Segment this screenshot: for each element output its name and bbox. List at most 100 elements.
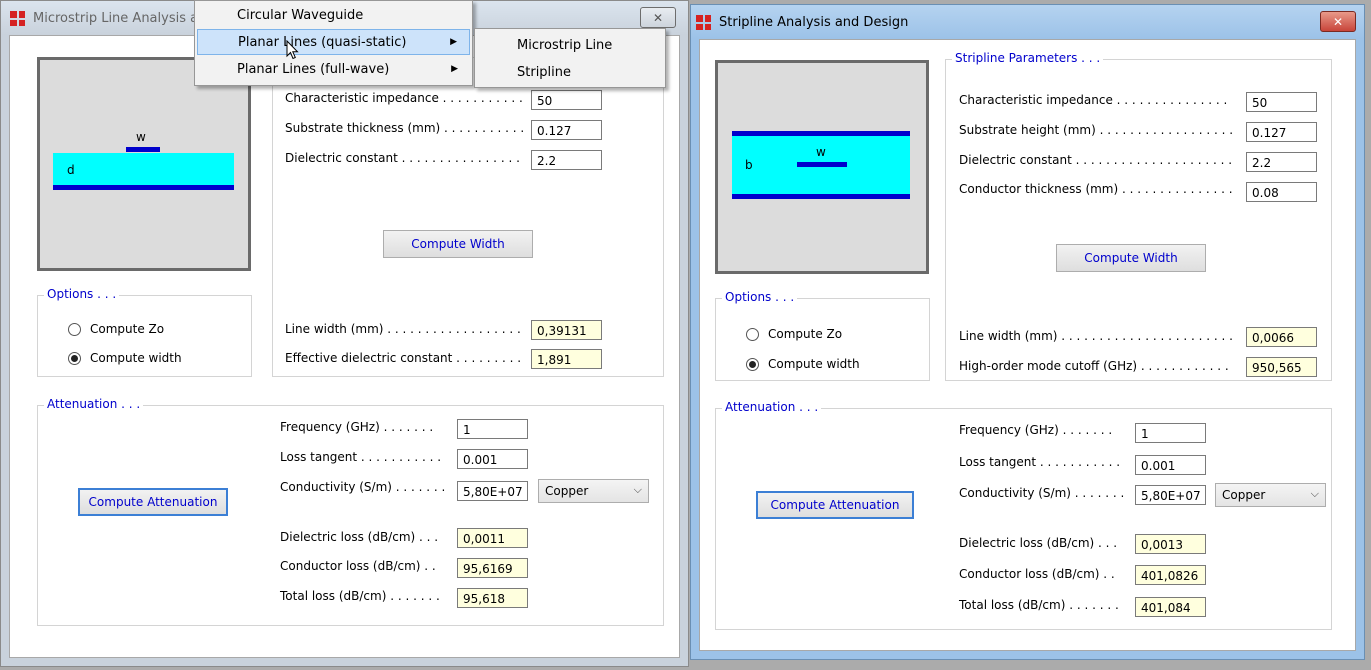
material-select[interactable]: Copper ⌵	[538, 479, 649, 503]
stripline-window: Stripline Analysis and Design ✕ w b Stri…	[690, 4, 1365, 660]
stripline-parameters-group: Stripline Parameters . . . Characteristi…	[945, 51, 1332, 381]
line-width-output: 0,39131	[531, 320, 602, 340]
attenuation-legend: Attenuation . . .	[44, 397, 144, 411]
microstrip-diagram: w d	[37, 57, 251, 271]
thickness-label: d	[67, 163, 75, 177]
param-label: Conductor thickness (mm) . . . . . . . .…	[959, 182, 1233, 196]
dielectric-substrate	[53, 153, 234, 185]
param-label: Substrate thickness (mm) . . . . . . . .…	[285, 121, 525, 135]
material-select[interactable]: Copper ⌵	[1215, 483, 1326, 507]
att-result-label: Conductor loss (dB/cm) . .	[280, 559, 436, 573]
window-title: Stripline Analysis and Design	[719, 15, 909, 30]
stripline-diagram: w b	[715, 60, 929, 274]
bottom-ground-plane	[732, 194, 910, 199]
att-label: Frequency (GHz) . . . . . . .	[280, 420, 434, 434]
attenuation-group: Attenuation . . . Compute Attenuation Fr…	[37, 397, 664, 626]
options-legend: Options . . .	[44, 287, 120, 301]
radio-label: Compute Zo	[768, 327, 843, 341]
menu-item-label: Planar Lines (full-wave)	[237, 61, 390, 77]
submenu-arrow-icon: ▶	[451, 64, 458, 74]
close-icon: ✕	[1332, 14, 1344, 29]
chevron-down-icon: ⌵	[633, 483, 642, 496]
stripline-titlebar[interactable]: Stripline Analysis and Design ✕	[691, 5, 1364, 39]
menu-item-label: Planar Lines (quasi-static)	[238, 34, 407, 50]
param-label: Characteristic impedance . . . . . . . .…	[959, 93, 1228, 107]
menu-item-label: Circular Waveguide	[237, 7, 364, 23]
loss-tangent-input[interactable]: 0.001	[457, 449, 528, 469]
width-label: w	[136, 130, 146, 144]
dielectric-constant-input[interactable]: 2.2	[531, 150, 602, 170]
effective-dielectric-output: 1,891	[531, 349, 602, 369]
compute-zo-radio[interactable]: Compute Zo	[68, 322, 164, 336]
attenuation-group: Attenuation . . . Compute Attenuation Fr…	[715, 400, 1332, 630]
menu-item-label: Stripline	[517, 64, 572, 80]
att-result-label: Total loss (dB/cm) . . . . . . .	[959, 598, 1119, 612]
app-icon	[696, 15, 711, 30]
loss-tangent-input[interactable]: 0.001	[1135, 455, 1206, 475]
close-button[interactable]: ✕	[1320, 11, 1356, 32]
param-label: Characteristic impedance . . . . . . . .…	[285, 91, 523, 105]
att-result-label: Dielectric loss (dB/cm) . . .	[280, 530, 439, 544]
options-legend: Options . . .	[722, 290, 798, 304]
material-value: Copper	[545, 484, 589, 498]
conductivity-input[interactable]: 5,80E+07	[457, 481, 528, 501]
submenu: Microstrip Line Stripline	[474, 28, 666, 88]
impedance-input[interactable]: 50	[531, 90, 602, 110]
stripline-strip	[797, 162, 847, 167]
width-label: w	[816, 145, 826, 159]
radio-label: Compute Zo	[90, 322, 165, 336]
result-label: Line width (mm) . . . . . . . . . . . . …	[285, 322, 521, 336]
height-label: b	[745, 158, 753, 172]
dielectric-loss-output: 0,0011	[457, 528, 528, 548]
compute-zo-radio[interactable]: Compute Zo	[746, 327, 842, 341]
dielectric-constant-input[interactable]: 2.2	[1246, 152, 1317, 172]
radio-label: Compute width	[90, 351, 182, 365]
total-loss-output: 401,084	[1135, 597, 1206, 617]
mode-cutoff-output: 950,565	[1246, 357, 1317, 377]
result-label: Line width (mm) . . . . . . . . . . . . …	[959, 329, 1233, 343]
options-group: Options . . . Compute Zo Compute width	[715, 290, 930, 381]
menu-item-planar-full-wave[interactable]: Planar Lines (full-wave) ▶	[197, 56, 470, 82]
conductor-thickness-input[interactable]: 0.08	[1246, 182, 1317, 202]
conductor-loss-output: 95,6169	[457, 558, 528, 578]
compute-attenuation-button[interactable]: Compute Attenuation	[756, 491, 914, 519]
att-label: Conductivity (S/m) . . . . . . .	[280, 480, 446, 494]
frequency-input[interactable]: 1	[1135, 423, 1206, 443]
att-label: Loss tangent . . . . . . . . . . .	[959, 455, 1121, 469]
submenu-item-microstrip[interactable]: Microstrip Line	[477, 32, 663, 58]
param-label: Dielectric constant . . . . . . . . . . …	[959, 153, 1233, 167]
menu-item-circular-waveguide[interactable]: Circular Waveguide	[197, 2, 470, 28]
stripline-client: w b Stripline Parameters . . . Character…	[699, 39, 1356, 651]
submenu-item-stripline[interactable]: Stripline	[477, 59, 663, 85]
compute-width-radio[interactable]: Compute width	[68, 351, 182, 365]
compute-width-button[interactable]: Compute Width	[1056, 244, 1206, 272]
att-label: Frequency (GHz) . . . . . . .	[959, 423, 1113, 437]
conductor-loss-output: 401,0826	[1135, 565, 1206, 585]
options-group: Options . . . Compute Zo Compute width	[37, 287, 252, 377]
app-icon	[10, 11, 25, 26]
radio-selected	[68, 351, 81, 365]
att-result-label: Conductor loss (dB/cm) . .	[959, 567, 1115, 581]
material-value: Copper	[1222, 488, 1266, 502]
substrate-thickness-input[interactable]: 0.127	[531, 120, 602, 140]
compute-width-button[interactable]: Compute Width	[383, 230, 533, 258]
substrate-height-input[interactable]: 0.127	[1246, 122, 1317, 142]
param-label: Substrate height (mm) . . . . . . . . . …	[959, 123, 1234, 137]
radio-unselected	[746, 327, 759, 341]
context-menu: Circular Waveguide Planar Lines (quasi-s…	[194, 0, 473, 86]
compute-width-radio[interactable]: Compute width	[746, 357, 860, 371]
line-width-output: 0,0066	[1246, 327, 1317, 347]
result-label: High-order mode cutoff (GHz) . . . . . .…	[959, 359, 1229, 373]
compute-attenuation-button[interactable]: Compute Attenuation	[78, 488, 228, 516]
attenuation-legend: Attenuation . . .	[722, 400, 822, 414]
mouse-cursor-icon	[286, 40, 299, 60]
result-label: Effective dielectric constant . . . . . …	[285, 351, 522, 365]
menu-item-planar-quasi-static[interactable]: Planar Lines (quasi-static) ▶	[197, 29, 470, 55]
close-icon: ✕	[652, 10, 664, 25]
conductivity-input[interactable]: 5,80E+07	[1135, 485, 1206, 505]
stripline-parameters-legend: Stripline Parameters . . .	[952, 51, 1104, 65]
frequency-input[interactable]: 1	[457, 419, 528, 439]
param-label: Dielectric constant . . . . . . . . . . …	[285, 151, 520, 165]
close-button[interactable]: ✕	[640, 7, 676, 28]
impedance-input[interactable]: 50	[1246, 92, 1317, 112]
